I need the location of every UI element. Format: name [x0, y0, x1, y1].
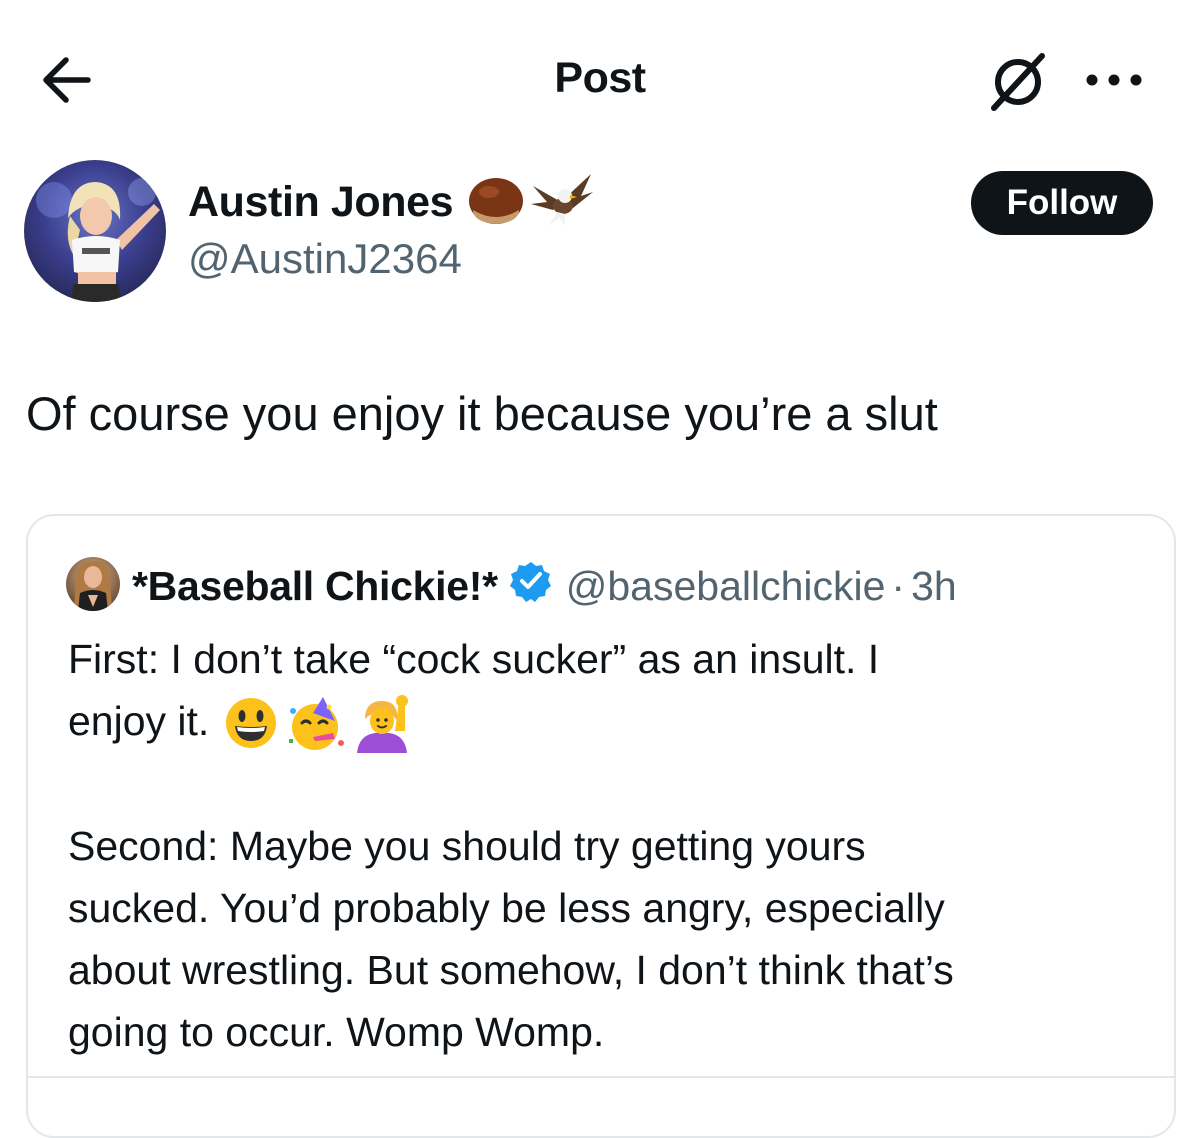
quoted-avatar-image — [74, 561, 112, 611]
follow-button[interactable]: Follow — [971, 171, 1153, 235]
top-bar: Post — [0, 0, 1200, 160]
post-text: Of course you enjoy it because you’re a … — [26, 387, 938, 440]
separator-dot: · — [891, 562, 906, 609]
partying-face-icon — [289, 697, 345, 751]
quoted-text: First: I don’t take “cock sucker” as an … — [68, 628, 1158, 1063]
quoted-text-line: enjoy it. — [68, 690, 1158, 754]
quoted-avatar[interactable] — [66, 557, 120, 611]
quoted-text-line: sucked. You’d probably be less angry, es… — [68, 885, 945, 932]
chestnut-icon — [467, 174, 525, 231]
quoted-post[interactable]: *Baseball Chickie!* @baseballchickie · 3… — [26, 514, 1176, 1138]
person-raising-hand-icon — [357, 695, 409, 754]
more-options-button[interactable] — [1082, 60, 1146, 100]
eagle-icon — [531, 172, 594, 233]
quoted-text-line: going to occur. Womp Womp. — [68, 1009, 605, 1056]
avatar-image — [36, 178, 160, 302]
quoted-text-fragment: enjoy it. — [68, 698, 210, 744]
avatar[interactable] — [24, 160, 166, 302]
grok-button[interactable] — [986, 52, 1050, 112]
quoted-card-divider — [28, 1076, 1174, 1078]
verified-badge-icon — [509, 560, 552, 612]
author-name[interactable]: Austin Jones — [188, 178, 454, 227]
quoted-timestamp[interactable]: 3h — [911, 563, 957, 610]
quoted-author-name[interactable]: *Baseball Chickie!* — [132, 563, 498, 610]
more-horizontal-icon — [1086, 74, 1142, 86]
quoted-text-line: Second: Maybe you should try getting you… — [68, 823, 866, 870]
quoted-author-handle[interactable]: @baseballchickie — [566, 563, 886, 610]
author-name-row: Austin Jones — [188, 172, 594, 233]
quoted-header: *Baseball Chickie!* @baseballchickie · 3… — [132, 560, 957, 612]
quoted-text-line: First: I don’t take “cock sucker” as an … — [68, 636, 880, 682]
quoted-text-line: about wrestling. But somehow, I don’t th… — [68, 947, 954, 994]
grok-icon — [991, 53, 1045, 111]
emoji-row — [223, 695, 411, 754]
author-handle[interactable]: @AustinJ2364 — [188, 235, 462, 283]
grinning-face-icon — [226, 698, 277, 749]
